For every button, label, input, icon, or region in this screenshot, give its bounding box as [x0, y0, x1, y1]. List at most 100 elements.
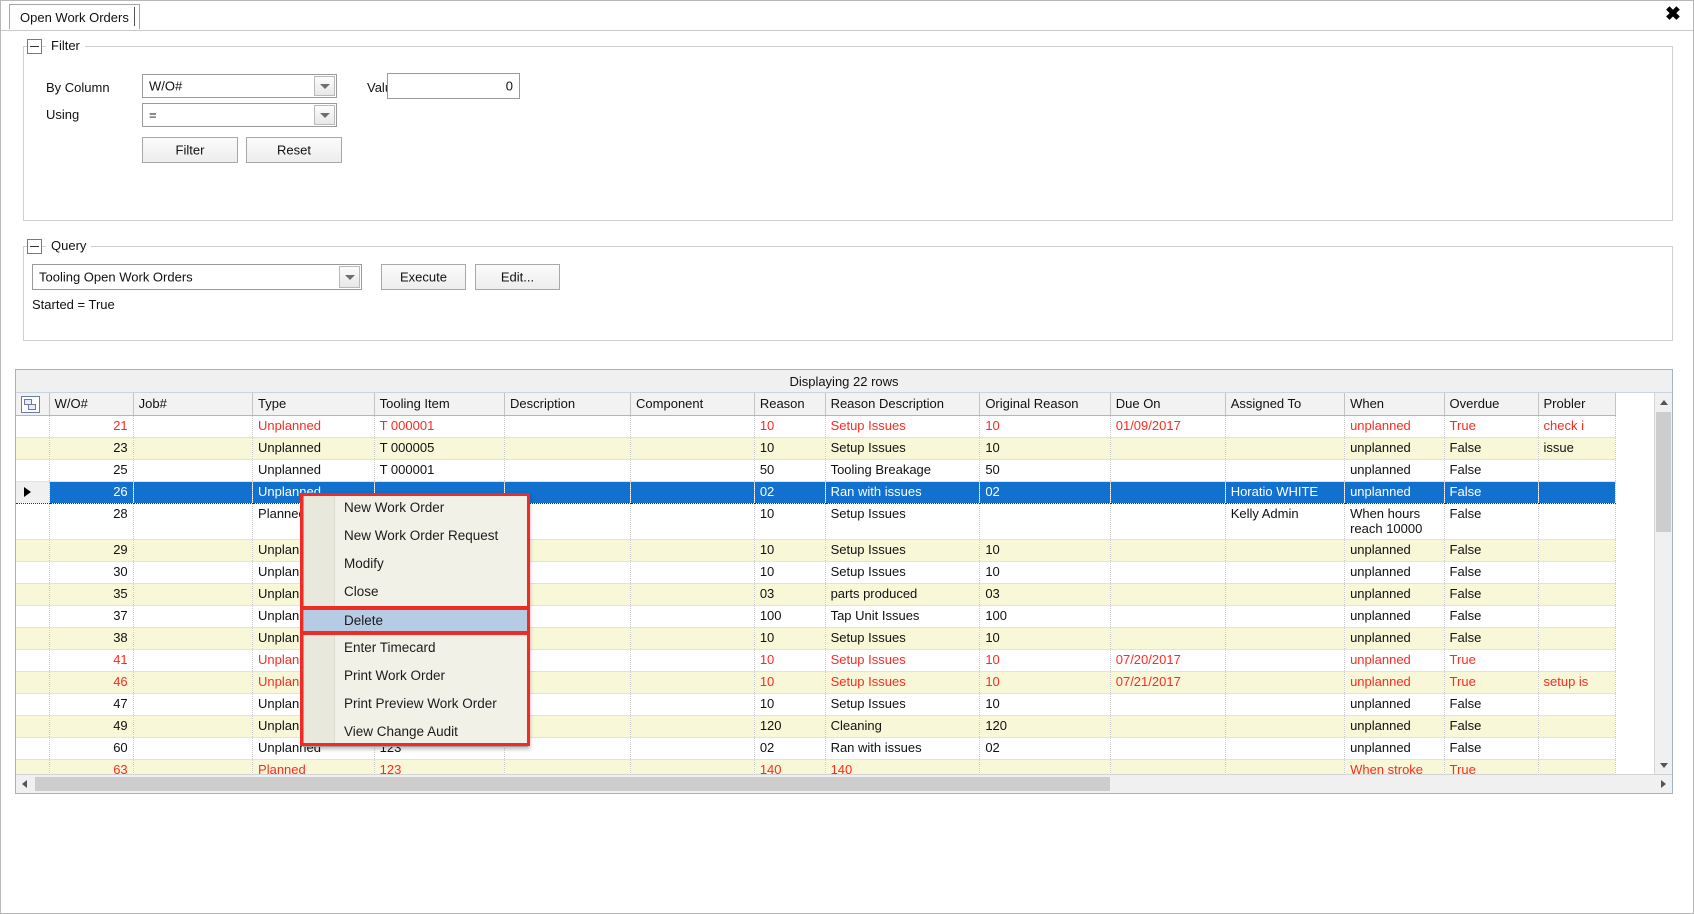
cell-due-on[interactable]: [1110, 693, 1226, 716]
cell-overdue[interactable]: False: [1444, 737, 1539, 760]
cell-reason[interactable]: 10: [754, 437, 826, 460]
edit-button[interactable]: Edit...: [475, 264, 560, 290]
cell-due-on[interactable]: [1110, 583, 1226, 606]
cell-due-on[interactable]: 07/20/2017: [1110, 649, 1226, 672]
cell-original-reason[interactable]: 10: [979, 649, 1111, 672]
cell-problem[interactable]: [1538, 503, 1616, 540]
cell-assigned-to[interactable]: [1225, 539, 1346, 562]
cell-problem[interactable]: check i: [1538, 415, 1616, 438]
reset-button[interactable]: Reset: [246, 137, 342, 163]
context-menu-item-close[interactable]: Close: [304, 578, 527, 606]
context-menu-item-view-change-audit[interactable]: View Change Audit: [304, 718, 527, 746]
cell-job[interactable]: [133, 715, 254, 738]
cell-when[interactable]: unplanned: [1344, 561, 1445, 584]
cell-description[interactable]: [504, 415, 632, 438]
scroll-up-icon[interactable]: [1655, 393, 1672, 411]
cell-overdue[interactable]: False: [1444, 627, 1539, 650]
scroll-left-icon[interactable]: [16, 775, 34, 793]
context-menu-item-enter-timecard[interactable]: Enter Timecard: [304, 634, 527, 662]
cell-wo[interactable]: 38: [49, 627, 134, 650]
using-select[interactable]: =: [142, 103, 337, 127]
cell-when[interactable]: unplanned: [1344, 737, 1445, 760]
cell-type[interactable]: Unplanned: [252, 459, 375, 482]
column-header-due-on[interactable]: Due On: [1110, 393, 1226, 416]
cell-component[interactable]: [630, 561, 755, 584]
cell-when[interactable]: unplanned: [1344, 693, 1445, 716]
cell-original-reason[interactable]: 50: [979, 459, 1111, 482]
cell-reason-description[interactable]: Tap Unit Issues: [825, 605, 981, 628]
cell-component[interactable]: [630, 481, 755, 504]
cell-original-reason[interactable]: 100: [979, 605, 1111, 628]
cell-when[interactable]: unplanned: [1344, 671, 1445, 694]
cell-job[interactable]: [133, 583, 254, 606]
cell-job[interactable]: [133, 415, 254, 438]
cell-due-on[interactable]: [1110, 627, 1226, 650]
row-header-cell[interactable]: [16, 437, 50, 460]
cell-due-on[interactable]: [1110, 561, 1226, 584]
cell-due-on[interactable]: [1110, 503, 1226, 540]
cell-assigned-to[interactable]: [1225, 671, 1346, 694]
cell-reason-description[interactable]: Ran with issues: [825, 481, 981, 504]
cell-component[interactable]: [630, 715, 755, 738]
table-row[interactable]: 46 Unplanned 10 Setup Issues 10 07/21/2017 unp…: [16, 671, 1616, 694]
row-header-cell[interactable]: [16, 649, 50, 672]
table-row[interactable]: 35 Unplanned 03 parts produced 03 unplanned Fa…: [16, 583, 1616, 606]
row-header-cell[interactable]: [16, 715, 50, 738]
row-header-cell[interactable]: [16, 539, 50, 562]
row-header-cell[interactable]: [16, 605, 50, 628]
table-row[interactable]: 49 Unplanned 120 Cleaning 120 unplanned False: [16, 715, 1616, 738]
cell-wo[interactable]: 35: [49, 583, 134, 606]
row-header-cell[interactable]: [16, 583, 50, 606]
cell-wo[interactable]: 28: [49, 503, 134, 540]
table-row[interactable]: 38 Unplanned 10 Setup Issues 10 unplanned Fals…: [16, 627, 1616, 650]
cell-assigned-to[interactable]: [1225, 693, 1346, 716]
table-row[interactable]: 25 Unplanned T 000001 50 Tooling Breakage 50 u…: [16, 459, 1616, 482]
cell-due-on[interactable]: [1110, 605, 1226, 628]
cell-reason[interactable]: 10: [754, 649, 826, 672]
cell-overdue[interactable]: False: [1444, 459, 1539, 482]
cell-due-on[interactable]: [1110, 539, 1226, 562]
column-header-tooling-item[interactable]: Tooling Item: [374, 393, 506, 416]
cell-reason[interactable]: 10: [754, 539, 826, 562]
cell-due-on[interactable]: [1110, 437, 1226, 460]
cell-wo[interactable]: 29: [49, 539, 134, 562]
cell-tooling-item[interactable]: T 000005: [374, 437, 506, 460]
cell-component[interactable]: [630, 415, 755, 438]
chevron-down-icon[interactable]: [339, 266, 360, 288]
cell-assigned-to[interactable]: Kelly Admin: [1225, 503, 1346, 540]
cell-when[interactable]: unplanned: [1344, 437, 1445, 460]
cell-wo[interactable]: 23: [49, 437, 134, 460]
cell-wo[interactable]: 46: [49, 671, 134, 694]
table-row[interactable]: 30 Unplanned 10 Setup Issues 10 unplanned Fals…: [16, 561, 1616, 584]
context-menu-item-new-work-order-request[interactable]: New Work Order Request: [304, 522, 527, 550]
cell-due-on[interactable]: [1110, 737, 1226, 760]
cell-job[interactable]: [133, 459, 254, 482]
cell-reason-description[interactable]: Setup Issues: [825, 539, 981, 562]
cell-job[interactable]: [133, 539, 254, 562]
cell-assigned-to[interactable]: Horatio WHITE: [1225, 481, 1346, 504]
cell-reason[interactable]: 02: [754, 481, 826, 504]
cell-when[interactable]: When hours reach 10000: [1344, 503, 1445, 540]
scroll-right-icon[interactable]: [1654, 775, 1672, 793]
cell-overdue[interactable]: False: [1444, 503, 1539, 540]
by-column-select[interactable]: W/O#: [142, 74, 337, 98]
cell-overdue[interactable]: False: [1444, 481, 1539, 504]
cell-when[interactable]: unplanned: [1344, 583, 1445, 606]
row-header-cell[interactable]: [16, 503, 50, 540]
cell-reason[interactable]: 10: [754, 503, 826, 540]
cell-assigned-to[interactable]: [1225, 627, 1346, 650]
cell-wo[interactable]: 37: [49, 605, 134, 628]
cell-when[interactable]: unplanned: [1344, 539, 1445, 562]
cell-job[interactable]: [133, 671, 254, 694]
cell-original-reason[interactable]: 10: [979, 437, 1111, 460]
cell-component[interactable]: [630, 605, 755, 628]
work-order-context-menu[interactable]: New Work Order New Work Order Request Modi…: [303, 493, 528, 747]
cell-original-reason[interactable]: 120: [979, 715, 1111, 738]
cell-reason[interactable]: 10: [754, 693, 826, 716]
cell-job[interactable]: [133, 561, 254, 584]
cell-assigned-to[interactable]: [1225, 649, 1346, 672]
cell-reason[interactable]: 03: [754, 583, 826, 606]
cell-overdue[interactable]: True: [1444, 671, 1539, 694]
cell-component[interactable]: [630, 671, 755, 694]
query-select[interactable]: Tooling Open Work Orders: [32, 264, 362, 290]
